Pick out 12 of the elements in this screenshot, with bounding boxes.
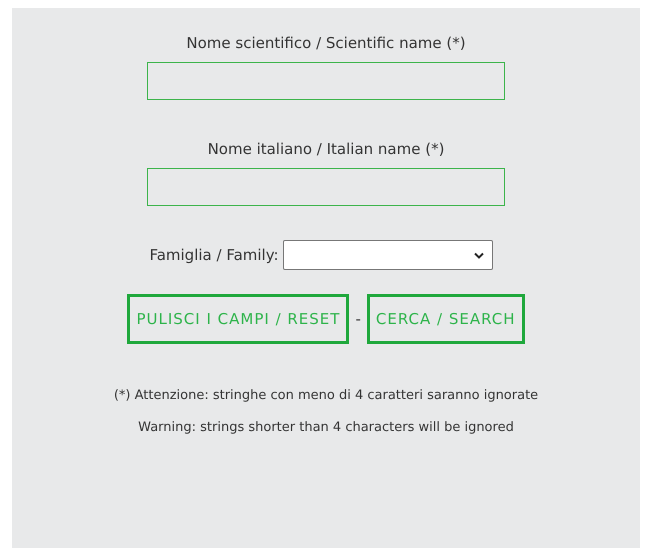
warning-note: Warning: strings shorter than 4 characters will be ignored xyxy=(138,420,514,435)
input-field[interactable] xyxy=(147,62,505,100)
search-button[interactable]: CERCA / SEARCH xyxy=(366,294,525,344)
warning-note: (*) Attenzione: stringhe con meno di 4 caratteri saranno ignorate xyxy=(114,388,538,403)
field-label: Famiglia / Family: xyxy=(149,246,279,264)
input-field[interactable] xyxy=(147,168,505,206)
separator-text: - xyxy=(355,310,361,328)
field-label: Nome scientifico / Scientific name (*) xyxy=(186,34,466,52)
dropdown-field[interactable] xyxy=(282,240,493,270)
field-label: Nome italiano / Italian name (*) xyxy=(208,140,444,158)
reset-button[interactable]: PULISCI I CAMPI / RESET xyxy=(127,294,350,344)
chevron-down-icon xyxy=(474,252,484,258)
